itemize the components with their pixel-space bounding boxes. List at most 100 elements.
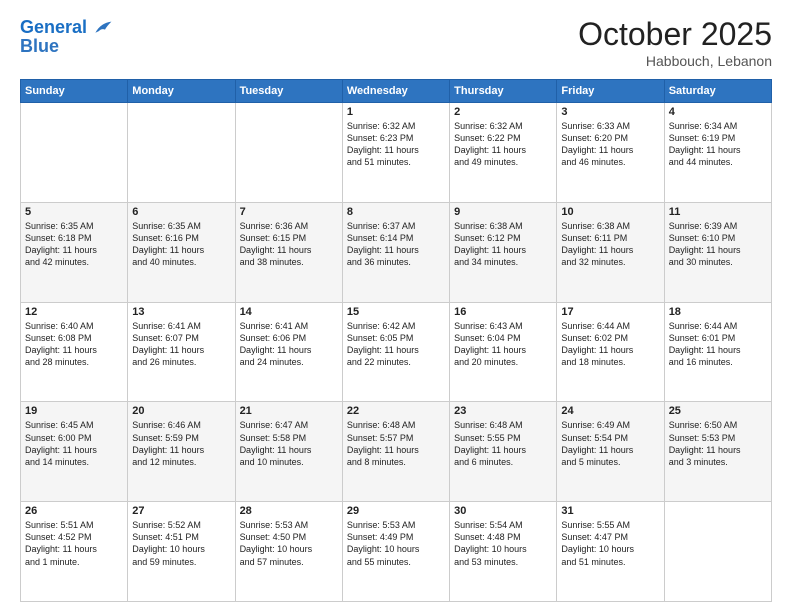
weekday-header-monday: Monday xyxy=(128,80,235,103)
day-info: Sunrise: 6:46 AM Sunset: 5:59 PM Dayligh… xyxy=(132,419,230,468)
day-info: Sunrise: 5:53 AM Sunset: 4:50 PM Dayligh… xyxy=(240,519,338,568)
day-number: 5 xyxy=(25,206,123,218)
day-number: 17 xyxy=(561,306,659,318)
day-number: 3 xyxy=(561,106,659,118)
month-title: October 2025 xyxy=(578,16,772,53)
day-cell: 17 Sunrise: 6:44 AM Sunset: 6:02 PM Dayli… xyxy=(557,302,664,402)
day-cell: 19Sunrise: 6:45 AM Sunset: 6:00 PM Dayli… xyxy=(21,402,128,502)
day-info: Sunrise: 6:38 AM Sunset: 6:12 PM Dayligh… xyxy=(454,220,552,269)
day-number: 31 xyxy=(561,505,659,517)
day-cell xyxy=(128,103,235,203)
weekday-header-saturday: Saturday xyxy=(664,80,771,103)
day-cell: 11 Sunrise: 6:39 AM Sunset: 6:10 PM Dayli… xyxy=(664,202,771,302)
day-number: 24 xyxy=(561,405,659,417)
day-number: 12 xyxy=(25,306,123,318)
day-info: Sunrise: 6:47 AM Sunset: 5:58 PM Dayligh… xyxy=(240,419,338,468)
day-cell: 9Sunrise: 6:38 AM Sunset: 6:12 PM Daylig… xyxy=(450,202,557,302)
day-info: Sunrise: 6:38 AM Sunset: 6:11 PM Dayligh… xyxy=(561,220,659,269)
day-info: Sunrise: 6:33 AM Sunset: 6:20 PM Dayligh… xyxy=(561,120,659,169)
day-cell: 23 Sunrise: 6:48 AM Sunset: 5:55 PM Dayli… xyxy=(450,402,557,502)
day-cell xyxy=(21,103,128,203)
day-cell: 24Sunrise: 6:49 AM Sunset: 5:54 PM Dayli… xyxy=(557,402,664,502)
day-cell: 27 Sunrise: 5:52 AM Sunset: 4:51 PM Dayli… xyxy=(128,502,235,602)
day-cell: 10 Sunrise: 6:38 AM Sunset: 6:11 PM Dayli… xyxy=(557,202,664,302)
weekday-header-tuesday: Tuesday xyxy=(235,80,342,103)
day-cell: 12 Sunrise: 6:40 AM Sunset: 6:08 PM Dayli… xyxy=(21,302,128,402)
logo: General Blue xyxy=(20,16,113,57)
day-info: Sunrise: 6:35 AM Sunset: 6:18 PM Dayligh… xyxy=(25,220,123,269)
day-cell: 16 Sunrise: 6:43 AM Sunset: 6:04 PM Dayli… xyxy=(450,302,557,402)
day-info: Sunrise: 6:50 AM Sunset: 5:53 PM Dayligh… xyxy=(669,419,767,468)
day-info: Sunrise: 6:43 AM Sunset: 6:04 PM Dayligh… xyxy=(454,320,552,369)
page: General Blue October 2025 Habbouch, Leba… xyxy=(0,0,792,612)
day-cell: 8Sunrise: 6:37 AM Sunset: 6:14 PM Daylig… xyxy=(342,202,449,302)
day-number: 27 xyxy=(132,505,230,517)
weekday-header-friday: Friday xyxy=(557,80,664,103)
day-number: 13 xyxy=(132,306,230,318)
week-row-1: 5 Sunrise: 6:35 AM Sunset: 6:18 PM Daylig… xyxy=(21,202,772,302)
day-info: Sunrise: 5:52 AM Sunset: 4:51 PM Dayligh… xyxy=(132,519,230,568)
day-number: 23 xyxy=(454,405,552,417)
day-cell: 4 Sunrise: 6:34 AM Sunset: 6:19 PM Daylig… xyxy=(664,103,771,203)
day-info: Sunrise: 6:42 AM Sunset: 6:05 PM Dayligh… xyxy=(347,320,445,369)
day-cell: 26 Sunrise: 5:51 AM Sunset: 4:52 PM Dayli… xyxy=(21,502,128,602)
day-cell: 1Sunrise: 6:32 AM Sunset: 6:23 PM Daylig… xyxy=(342,103,449,203)
day-info: Sunrise: 6:36 AM Sunset: 6:15 PM Dayligh… xyxy=(240,220,338,269)
logo-text: General xyxy=(20,18,87,38)
day-info: Sunrise: 5:51 AM Sunset: 4:52 PM Dayligh… xyxy=(25,519,123,568)
day-info: Sunrise: 6:48 AM Sunset: 5:55 PM Dayligh… xyxy=(454,419,552,468)
day-cell: 2 Sunrise: 6:32 AM Sunset: 6:22 PM Daylig… xyxy=(450,103,557,203)
day-cell xyxy=(235,103,342,203)
day-cell: 3 Sunrise: 6:33 AM Sunset: 6:20 PM Daylig… xyxy=(557,103,664,203)
day-info: Sunrise: 6:41 AM Sunset: 6:06 PM Dayligh… xyxy=(240,320,338,369)
weekday-header-wednesday: Wednesday xyxy=(342,80,449,103)
day-info: Sunrise: 6:32 AM Sunset: 6:22 PM Dayligh… xyxy=(454,120,552,169)
location: Habbouch, Lebanon xyxy=(578,53,772,69)
day-cell: 13 Sunrise: 6:41 AM Sunset: 6:07 PM Dayli… xyxy=(128,302,235,402)
week-row-0: 1Sunrise: 6:32 AM Sunset: 6:23 PM Daylig… xyxy=(21,103,772,203)
calendar: SundayMondayTuesdayWednesdayThursdayFrid… xyxy=(20,79,772,602)
day-cell: 5 Sunrise: 6:35 AM Sunset: 6:18 PM Daylig… xyxy=(21,202,128,302)
day-number: 26 xyxy=(25,505,123,517)
day-info: Sunrise: 6:41 AM Sunset: 6:07 PM Dayligh… xyxy=(132,320,230,369)
day-info: Sunrise: 6:45 AM Sunset: 6:00 PM Dayligh… xyxy=(25,419,123,468)
day-number: 21 xyxy=(240,405,338,417)
day-cell: 6Sunrise: 6:35 AM Sunset: 6:16 PM Daylig… xyxy=(128,202,235,302)
day-cell: 21 Sunrise: 6:47 AM Sunset: 5:58 PM Dayli… xyxy=(235,402,342,502)
calendar-table: SundayMondayTuesdayWednesdayThursdayFrid… xyxy=(20,79,772,602)
logo-bird-icon xyxy=(89,16,113,40)
day-cell: 31 Sunrise: 5:55 AM Sunset: 4:47 PM Dayli… xyxy=(557,502,664,602)
day-info: Sunrise: 6:34 AM Sunset: 6:19 PM Dayligh… xyxy=(669,120,767,169)
day-info: Sunrise: 6:44 AM Sunset: 6:02 PM Dayligh… xyxy=(561,320,659,369)
weekday-header-sunday: Sunday xyxy=(21,80,128,103)
day-number: 28 xyxy=(240,505,338,517)
day-number: 16 xyxy=(454,306,552,318)
day-cell: 29Sunrise: 5:53 AM Sunset: 4:49 PM Dayli… xyxy=(342,502,449,602)
day-number: 7 xyxy=(240,206,338,218)
day-number: 15 xyxy=(347,306,445,318)
day-cell xyxy=(664,502,771,602)
day-number: 11 xyxy=(669,206,767,218)
day-cell: 7 Sunrise: 6:36 AM Sunset: 6:15 PM Daylig… xyxy=(235,202,342,302)
day-info: Sunrise: 6:44 AM Sunset: 6:01 PM Dayligh… xyxy=(669,320,767,369)
week-row-2: 12 Sunrise: 6:40 AM Sunset: 6:08 PM Dayli… xyxy=(21,302,772,402)
day-number: 20 xyxy=(132,405,230,417)
day-info: Sunrise: 6:40 AM Sunset: 6:08 PM Dayligh… xyxy=(25,320,123,369)
day-cell: 14Sunrise: 6:41 AM Sunset: 6:06 PM Dayli… xyxy=(235,302,342,402)
day-number: 29 xyxy=(347,505,445,517)
day-number: 22 xyxy=(347,405,445,417)
week-row-4: 26 Sunrise: 5:51 AM Sunset: 4:52 PM Dayli… xyxy=(21,502,772,602)
day-number: 25 xyxy=(669,405,767,417)
day-info: Sunrise: 6:39 AM Sunset: 6:10 PM Dayligh… xyxy=(669,220,767,269)
header: General Blue October 2025 Habbouch, Leba… xyxy=(20,16,772,69)
day-number: 2 xyxy=(454,106,552,118)
day-number: 4 xyxy=(669,106,767,118)
day-info: Sunrise: 5:55 AM Sunset: 4:47 PM Dayligh… xyxy=(561,519,659,568)
day-info: Sunrise: 5:54 AM Sunset: 4:48 PM Dayligh… xyxy=(454,519,552,568)
day-number: 18 xyxy=(669,306,767,318)
day-number: 10 xyxy=(561,206,659,218)
day-cell: 20 Sunrise: 6:46 AM Sunset: 5:59 PM Dayli… xyxy=(128,402,235,502)
weekday-header-thursday: Thursday xyxy=(450,80,557,103)
day-info: Sunrise: 6:48 AM Sunset: 5:57 PM Dayligh… xyxy=(347,419,445,468)
day-cell: 15 Sunrise: 6:42 AM Sunset: 6:05 PM Dayli… xyxy=(342,302,449,402)
